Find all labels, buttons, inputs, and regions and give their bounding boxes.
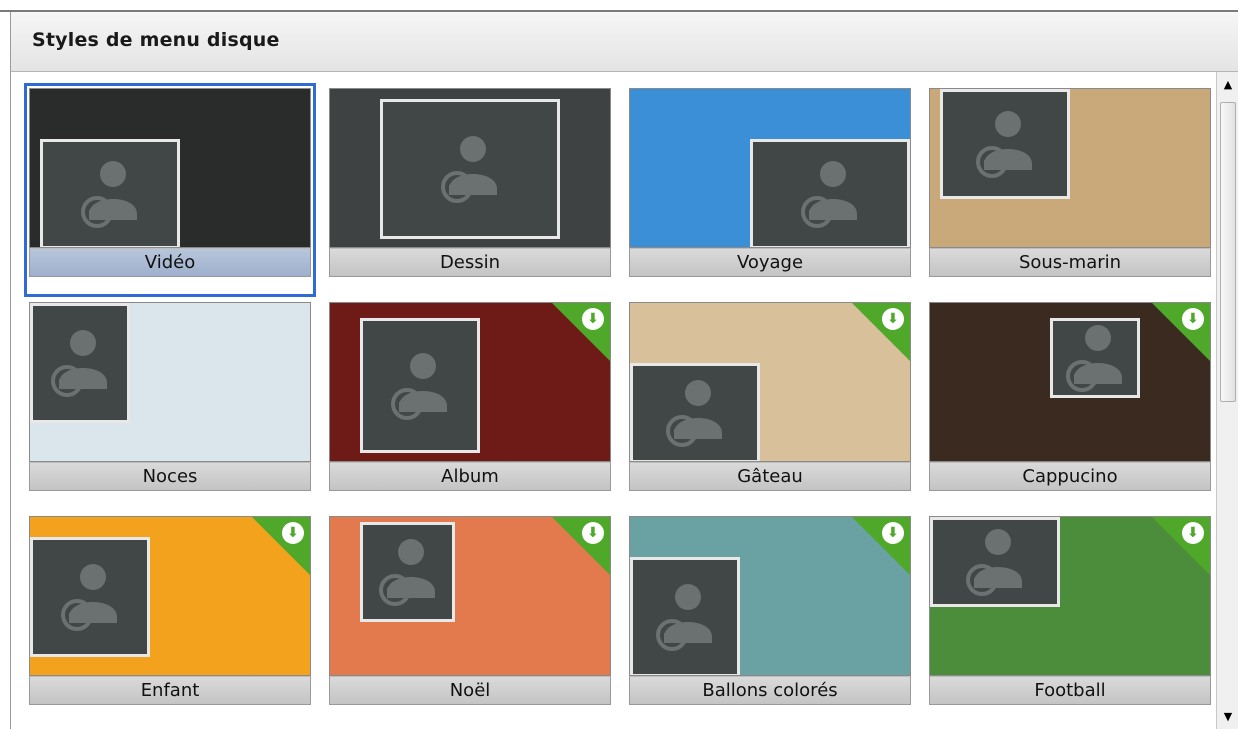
scroll-down-arrow-icon[interactable]: ▼ xyxy=(1219,708,1237,726)
download-ribbon: ⬇ xyxy=(252,517,310,575)
disc-menu-styles-panel: Styles de menu disque Vidéo Dessin Voyag… xyxy=(0,0,1238,729)
photo-placeholder xyxy=(940,89,1070,199)
download-ribbon: ⬇ xyxy=(552,517,610,575)
style-thumbnail: ⬇ xyxy=(29,516,311,676)
photo-placeholder xyxy=(750,139,910,247)
style-tile-noces[interactable]: Noces xyxy=(29,302,311,506)
person-add-icon xyxy=(656,584,712,651)
download-ribbon: ⬇ xyxy=(1152,303,1210,361)
download-arrow-icon: ⬇ xyxy=(882,308,904,330)
download-arrow-icon: ⬇ xyxy=(582,522,604,544)
style-label: Noël xyxy=(329,676,611,705)
person-add-icon xyxy=(966,529,1022,596)
download-arrow-icon: ⬇ xyxy=(582,308,604,330)
photo-placeholder xyxy=(30,537,150,657)
style-tile-football[interactable]: ⬇ Football xyxy=(929,516,1211,720)
style-thumbnail xyxy=(929,88,1211,248)
style-tile-enfant[interactable]: ⬇ Enfant xyxy=(29,516,311,720)
style-tile-dessin[interactable]: Dessin xyxy=(329,88,611,292)
photo-placeholder xyxy=(930,517,1060,607)
style-label: Voyage xyxy=(629,248,911,277)
style-label: Cappucino xyxy=(929,462,1211,491)
download-ribbon: ⬇ xyxy=(852,303,910,361)
person-add-icon xyxy=(81,161,137,228)
download-ribbon: ⬇ xyxy=(552,303,610,361)
style-thumbnail: ⬇ xyxy=(629,302,911,462)
person-add-icon xyxy=(51,330,107,397)
style-tile-cappucino[interactable]: ⬇ Cappucino xyxy=(929,302,1211,506)
photo-placeholder xyxy=(630,557,740,675)
download-arrow-icon: ⬇ xyxy=(1182,522,1204,544)
styles-grid: Vidéo Dessin Voyage Sous-marin Noces ⬇ Al… xyxy=(10,72,1216,729)
person-add-icon xyxy=(391,352,447,420)
photo-placeholder xyxy=(30,303,130,423)
photo-placeholder xyxy=(380,99,560,239)
style-thumbnail: ⬇ xyxy=(629,516,911,676)
style-label: Noces xyxy=(29,462,311,491)
style-tile-voyage[interactable]: Voyage xyxy=(629,88,911,292)
style-label: Ballons colorés xyxy=(629,676,911,705)
scroll-up-arrow-icon[interactable]: ▲ xyxy=(1219,76,1237,94)
style-tile-vid-o[interactable]: Vidéo xyxy=(24,83,316,297)
style-tile-album[interactable]: ⬇ Album xyxy=(329,302,611,506)
download-ribbon: ⬇ xyxy=(1152,517,1210,575)
vertical-scrollbar[interactable]: ▲ ▼ xyxy=(1216,72,1238,729)
person-add-icon xyxy=(666,380,722,447)
style-thumbnail xyxy=(29,302,311,462)
style-label: Vidéo xyxy=(29,248,311,277)
style-label: Gâteau xyxy=(629,462,911,491)
style-label: Album xyxy=(329,462,611,491)
style-label: Dessin xyxy=(329,248,611,277)
person-add-icon xyxy=(976,111,1032,178)
download-arrow-icon: ⬇ xyxy=(882,522,904,544)
scrollbar-thumb[interactable] xyxy=(1220,102,1236,402)
person-add-icon xyxy=(801,161,857,228)
person-add-icon xyxy=(1066,325,1122,392)
download-arrow-icon: ⬇ xyxy=(282,522,304,544)
style-tile-sous-marin[interactable]: Sous-marin xyxy=(929,88,1211,292)
style-thumbnail xyxy=(29,88,311,248)
style-label: Enfant xyxy=(29,676,311,705)
style-label: Sous-marin xyxy=(929,248,1211,277)
style-thumbnail: ⬇ xyxy=(929,516,1211,676)
style-tile-no-l[interactable]: ⬇ Noël xyxy=(329,516,611,720)
panel-header: Styles de menu disque xyxy=(10,12,1238,72)
photo-placeholder xyxy=(1050,318,1140,398)
style-thumbnail: ⬇ xyxy=(329,302,611,462)
style-tile-ballons-color-s[interactable]: ⬇ Ballons colorés xyxy=(629,516,911,720)
photo-placeholder xyxy=(40,139,180,247)
style-label: Football xyxy=(929,676,1211,705)
style-thumbnail xyxy=(629,88,911,248)
photo-placeholder xyxy=(630,363,760,461)
style-tile-g-teau[interactable]: ⬇ Gâteau xyxy=(629,302,911,506)
download-arrow-icon: ⬇ xyxy=(1182,308,1204,330)
style-thumbnail: ⬇ xyxy=(329,516,611,676)
person-add-icon xyxy=(441,136,497,203)
panel-title: Styles de menu disque xyxy=(32,29,280,51)
download-ribbon: ⬇ xyxy=(852,517,910,575)
person-add-icon xyxy=(61,564,117,631)
person-add-icon xyxy=(378,539,435,606)
photo-placeholder xyxy=(360,522,455,622)
style-thumbnail xyxy=(329,88,611,248)
photo-placeholder xyxy=(360,318,480,453)
style-thumbnail: ⬇ xyxy=(929,302,1211,462)
